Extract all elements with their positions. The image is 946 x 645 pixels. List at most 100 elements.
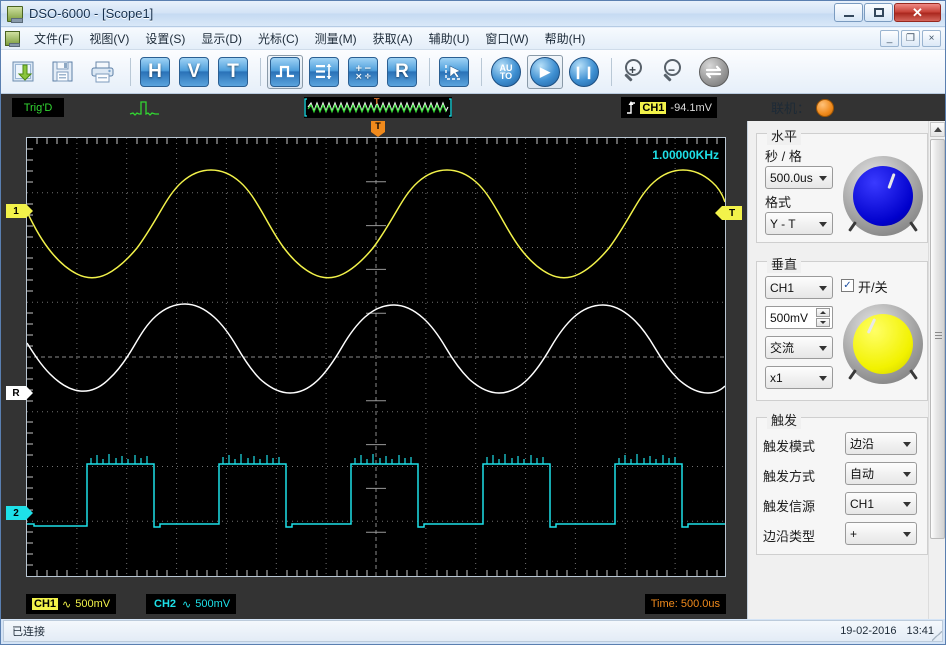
toolbar-separator [481, 57, 482, 86]
horizontal-legend: 水平 [767, 126, 802, 145]
format-select[interactable]: Y - T [765, 212, 833, 235]
coupling-select[interactable]: 交流 [765, 336, 833, 359]
menu-item-display[interactable]: 显示(D) [193, 27, 250, 50]
trigger-state-badge: Trig'D [12, 98, 64, 117]
mdi-restore-button[interactable]: ❐ [901, 30, 920, 47]
menu-item-window[interactable]: 窗口(W) [477, 27, 536, 50]
menu-item-help[interactable]: 帮助(H) [537, 27, 594, 50]
swap-icon [699, 56, 729, 87]
toolbar: H V T + − × ÷ R AU TO ▶ ❙❙ + − [1, 50, 945, 94]
horizontal-button[interactable]: H [137, 55, 173, 89]
trigger-source-value: CH1 [850, 496, 875, 511]
edge-type-label: 边沿类型 [763, 529, 816, 544]
vertical-channel-select[interactable]: CH1 [765, 276, 833, 299]
ref-position-marker[interactable]: R [6, 386, 33, 400]
minimize-button[interactable] [834, 3, 863, 22]
edge-type-select[interactable]: + [845, 522, 917, 545]
ch1-position-marker[interactable]: 1 [6, 204, 33, 218]
online-status: 联机： [771, 98, 835, 117]
ch1-tag: CH1 [32, 598, 59, 610]
zoom-out-button[interactable]: − [657, 55, 693, 89]
menu-item-measure[interactable]: 测量(M) [307, 27, 365, 50]
connection-status: 已连接 [12, 626, 45, 638]
waveform-grid[interactable]: 1.00000KHz [26, 137, 726, 577]
trigger-sweep-select[interactable]: 自动 [845, 462, 917, 485]
swap-button[interactable] [696, 55, 732, 89]
trigger-source-select[interactable]: CH1 [845, 492, 917, 515]
probe-select[interactable]: x1 [765, 366, 833, 389]
print-icon [91, 61, 114, 82]
trigger-channel-tag: CH1 [640, 101, 667, 114]
ch2-position-marker[interactable]: 2 [6, 506, 33, 520]
trigger-icon: T [218, 56, 248, 87]
mdi-close-button[interactable]: × [922, 30, 941, 47]
trigger-mode-label: 触发模式 [763, 439, 816, 454]
open-button[interactable] [7, 55, 43, 89]
zoom-in-button[interactable]: + [618, 55, 654, 89]
menu-item-utility[interactable]: 辅助(U) [421, 27, 478, 50]
trigger-sweep-value: 自动 [850, 467, 875, 481]
scope-display-area: T 1.00000KHz 1 R 2 T CH1 ∿ 500mV CH2 ∿ 5… [1, 121, 747, 619]
vertical-position-knob[interactable] [843, 304, 923, 384]
menu-item-acquire[interactable]: 获取(A) [365, 27, 421, 50]
scroll-thumb[interactable] [930, 139, 945, 539]
sec-per-div-label: 秒 / 格 [765, 149, 802, 164]
save-button[interactable] [46, 55, 82, 89]
trigger-button[interactable]: T [215, 55, 251, 89]
edge-type-value: + [850, 526, 858, 541]
menu-item-cursor[interactable]: 光标(C) [250, 27, 307, 50]
ch2-scale: 500mV [195, 598, 231, 610]
resize-grip-icon[interactable] [932, 631, 942, 641]
trigger-mode-select[interactable]: 边沿 [845, 432, 917, 455]
menu-item-settings[interactable]: 设置(S) [137, 27, 193, 50]
trigger-group: 触发 触发模式 边沿 触发方式 自动 触发信源 CH1 边沿类型 + [756, 410, 928, 555]
window-title: DSO-6000 - [Scope1] [29, 6, 154, 21]
cursor-button[interactable] [436, 55, 472, 89]
channel-onoff-label: 开/关 [858, 280, 888, 295]
zoom-in-icon: + [621, 57, 651, 87]
scope-doc-icon [5, 31, 20, 47]
print-button[interactable] [85, 55, 121, 89]
run-button[interactable]: ▶ [527, 54, 563, 89]
rising-edge-icon [627, 101, 636, 114]
svg-text:÷: ÷ [364, 72, 372, 80]
channel-onoff-checkbox[interactable]: ✓ [841, 279, 854, 292]
measure-button[interactable] [306, 55, 342, 89]
trigger-level-marker[interactable]: T [715, 206, 742, 220]
ch1-info[interactable]: CH1 ∿ 500mV [26, 594, 117, 614]
mdi-minimize-button[interactable]: _ [880, 30, 899, 47]
zoom-out-icon: − [660, 57, 690, 87]
ch2-tag: CH2 [154, 598, 177, 610]
scale-up-button[interactable] [816, 308, 830, 317]
maximize-button[interactable] [864, 3, 893, 22]
control-panel: 水平 秒 / 格 500.0us 格式 Y - T 垂直 CH1 ✓ 开/关 5… [747, 121, 945, 619]
toolbar-separator [611, 57, 612, 86]
probe-value: x1 [770, 370, 783, 385]
reference-button[interactable]: R [384, 55, 420, 89]
sec-per-div-select[interactable]: 500.0us [765, 166, 833, 189]
ch2-coupling-icon: ∿ [182, 598, 192, 611]
close-button[interactable]: ✕ [894, 3, 941, 22]
trigger-legend: 触发 [767, 410, 802, 429]
channel-onoff[interactable]: ✓ 开/关 [841, 277, 888, 296]
ch1-scale: 500mV [75, 598, 111, 610]
waveform-button[interactable] [267, 54, 303, 89]
waveform-overview-icon[interactable]: T [304, 97, 452, 118]
vertical-scale-stepper[interactable]: 500mV [765, 306, 833, 329]
trigger-level-value: -94.1mV [670, 101, 712, 114]
panel-scrollbar[interactable] [928, 121, 945, 619]
math-button[interactable]: + − × ÷ [345, 55, 381, 89]
menu-item-view[interactable]: 视图(V) [81, 27, 137, 50]
scale-down-button[interactable] [816, 318, 830, 327]
horizontal-position-knob[interactable] [843, 156, 923, 236]
save-icon [52, 61, 73, 81]
auto-button[interactable]: AU TO [488, 55, 524, 89]
vertical-button[interactable]: V [176, 55, 212, 89]
menu-item-file[interactable]: 文件(F) [26, 27, 81, 50]
sec-per-div-value: 500.0us [770, 170, 813, 185]
ch2-info[interactable]: CH2 ∿ 500mV [146, 594, 237, 614]
pause-button[interactable]: ❙❙ [566, 55, 602, 89]
title-bar: DSO-6000 - [Scope1] ✕ [1, 1, 945, 27]
trigger-position-marker[interactable]: T [371, 121, 385, 137]
scroll-up-button[interactable] [930, 122, 945, 137]
